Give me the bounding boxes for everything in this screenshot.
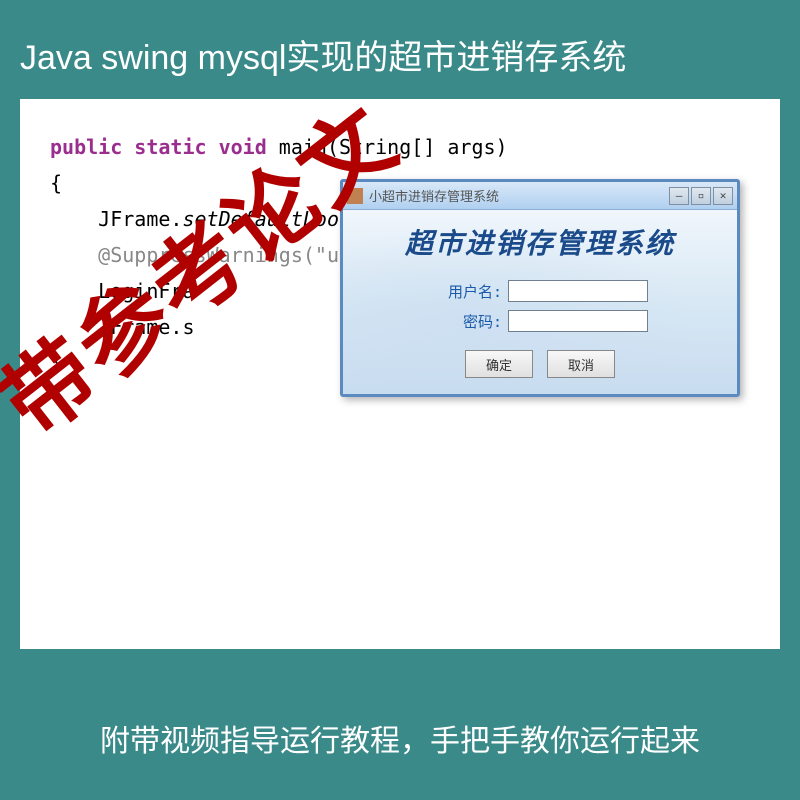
window-titlebar[interactable]: 小超市进销存管理系统 — ▫ ✕ [343,182,737,210]
password-label: 密码: [432,311,502,332]
close-icon[interactable]: ✕ [713,187,733,205]
password-input[interactable] [508,310,648,332]
login-body: 超市进销存管理系统 用户名: 密码: 确定 取消 [343,210,737,394]
button-row: 确定 取消 [353,350,727,378]
code-line: public static void main(String[] args) [50,129,750,165]
ok-button[interactable]: 确定 [465,350,533,378]
maximize-icon[interactable]: ▫ [691,187,711,205]
footer-text: 附带视频指导运行教程，手把手教你运行起来 [0,716,800,760]
page-title: Java swing mysql实现的超市进销存系统 [0,0,800,99]
minimize-icon[interactable]: — [669,187,689,205]
window-title: 小超市进销存管理系统 [369,186,669,205]
username-input[interactable] [508,280,648,302]
login-window: 小超市进销存管理系统 — ▫ ✕ 超市进销存管理系统 用户名: 密码: 确定 取… [340,179,740,397]
login-heading: 超市进销存管理系统 [353,222,727,262]
code-panel: public static void main(String[] args) {… [20,99,780,649]
username-label: 用户名: [432,281,502,302]
cancel-button[interactable]: 取消 [547,350,615,378]
username-row: 用户名: [353,280,727,302]
window-icon [347,188,363,204]
password-row: 密码: [353,310,727,332]
